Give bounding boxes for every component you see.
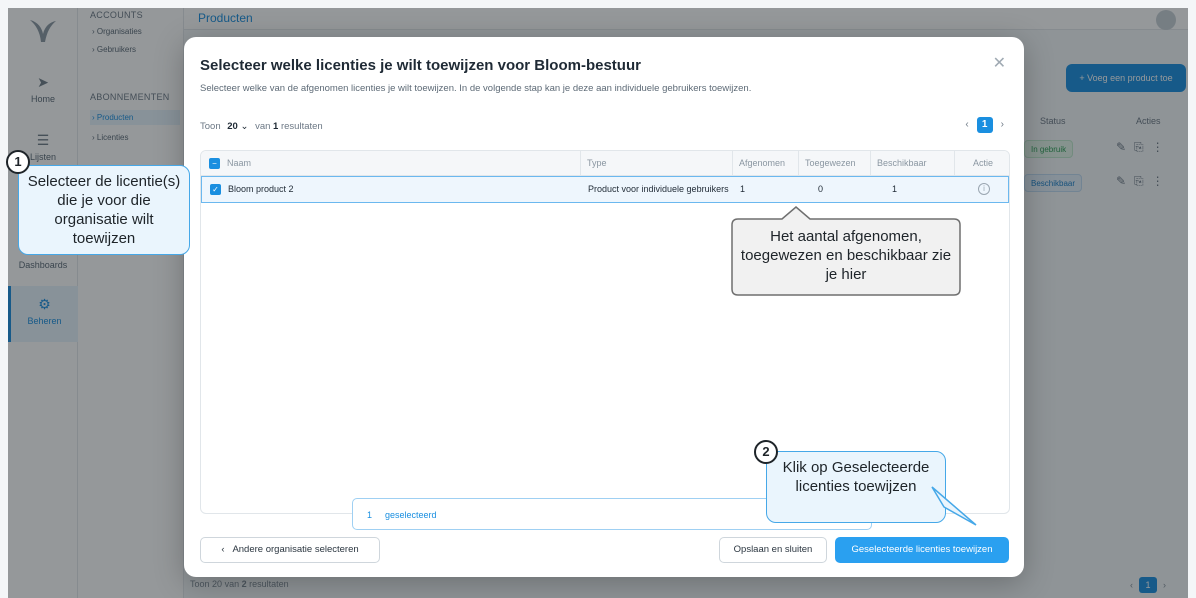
next-page-icon[interactable]: › (1001, 119, 1004, 130)
step-number-1: 1 (6, 150, 30, 174)
toon-label: Toon (200, 121, 221, 132)
button-label: Andere organisatie selecteren (232, 544, 359, 555)
cell-beschikbaar: 1 (892, 184, 898, 194)
page-size-select[interactable]: 20 ⌄ (227, 121, 248, 132)
selected-count: 1 (367, 510, 373, 520)
callout-step-1: Selecteer de licentie(s) die je voor die… (18, 165, 190, 255)
cell-afgenomen: 1 (740, 184, 746, 194)
result-count: 1 (273, 121, 279, 132)
table-header: − Naam Type Afgenomen Toegewezen Beschik… (201, 151, 1009, 176)
step-number-2: 2 (754, 440, 778, 464)
cell-type: Product voor individuele gebruikers (588, 184, 729, 194)
chevron-left-icon: ‹ (221, 544, 225, 555)
column-header-beschikbaar[interactable]: Beschikbaar (871, 151, 955, 176)
row-checkbox[interactable]: ✓ (210, 184, 221, 195)
info-icon[interactable]: i (978, 183, 990, 195)
callout-info: Het aantal afgenomen, toegewezen en besc… (740, 228, 952, 283)
chevron-down-icon: ⌄ (240, 121, 249, 132)
save-and-close-button[interactable]: Opslaan en sluiten (719, 537, 827, 563)
column-header-toegewezen[interactable]: Toegewezen (799, 151, 871, 176)
column-header-afgenomen[interactable]: Afgenomen (733, 151, 799, 176)
van-label: van (255, 121, 271, 132)
column-header-naam[interactable]: − Naam (201, 151, 581, 176)
selected-label: geselecteerd (385, 510, 437, 520)
column-label: Naam (227, 158, 252, 168)
resultaten-label: resultaten (280, 121, 323, 132)
modal-subtitle: Selecteer welke van de afgenomen licenti… (200, 83, 752, 94)
assign-licenses-button[interactable]: Geselecteerde licenties toewijzen (835, 537, 1009, 563)
prev-page-icon[interactable]: ‹ (965, 119, 968, 130)
table-row[interactable]: ✓ Bloom product 2 Product voor individue… (201, 176, 1009, 203)
callout-step-2: Klik op Geselecteerde licenties toewijze… (766, 451, 946, 523)
close-icon[interactable]: ✕ (993, 53, 1006, 73)
callout-arrow-pointer (931, 486, 977, 526)
cell-toegewezen: 0 (818, 184, 824, 194)
column-header-actie: Actie (972, 158, 993, 168)
column-header-type[interactable]: Type (581, 151, 733, 176)
page-button[interactable]: 1 (976, 117, 993, 133)
select-all-checkbox[interactable]: − (209, 158, 220, 169)
modal-pager: ‹ 1 › (965, 117, 1004, 133)
back-button[interactable]: ‹ Andere organisatie selecteren (200, 537, 380, 563)
modal-title: Selecteer welke licenties je wilt toewij… (200, 57, 641, 74)
cell-naam: Bloom product 2 (228, 184, 294, 194)
page-size-control: Toon 20 ⌄ van 1 resultaten (200, 121, 323, 132)
